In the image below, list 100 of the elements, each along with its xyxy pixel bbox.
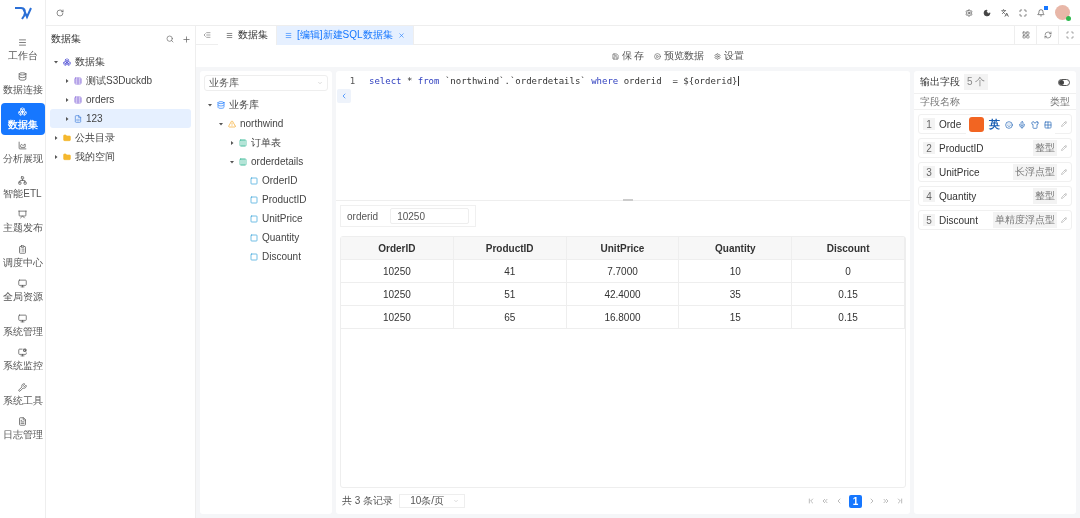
nav-item[interactable]: 工作台: [0, 34, 45, 66]
tree-item[interactable]: 123: [50, 109, 191, 128]
smile-icon[interactable]: [1005, 120, 1013, 129]
refresh-icon[interactable]: [56, 8, 64, 17]
caret-icon[interactable]: [64, 115, 70, 122]
field-index: 5: [923, 214, 935, 226]
tree-item[interactable]: orders: [50, 90, 191, 109]
nav-item[interactable]: 主题发布: [0, 206, 45, 239]
field-card[interactable]: 3 UnitPrice 长浮点型: [918, 162, 1072, 182]
clipboard-icon: [18, 244, 27, 254]
table-icon: [74, 76, 82, 85]
tree-item[interactable]: 我的空间: [50, 147, 191, 166]
tree-item[interactable]: 订单表: [204, 133, 328, 152]
code-editor[interactable]: 1 select * from `northwind`.`orderdetails` where orderid = ${orderid}: [336, 71, 910, 201]
tree-item[interactable]: northwind: [204, 114, 328, 133]
tree-item[interactable]: Quantity: [204, 228, 328, 247]
nav-item[interactable]: 系统工具: [0, 379, 45, 411]
param-field[interactable]: 10250: [390, 208, 469, 224]
nav-item[interactable]: 日志管理: [0, 413, 45, 446]
add-icon[interactable]: [182, 34, 191, 44]
translate-icon[interactable]: [1001, 8, 1009, 17]
shirt-icon[interactable]: [1031, 120, 1039, 129]
edit-icon[interactable]: [1061, 121, 1067, 127]
column-header: Discount: [792, 237, 905, 260]
edit-icon[interactable]: [1061, 217, 1067, 223]
first-page-icon[interactable]: [807, 497, 815, 505]
caret-icon[interactable]: [229, 158, 235, 165]
menu-icon: [285, 31, 292, 39]
tree-item[interactable]: 数据集: [50, 52, 191, 71]
tree-item[interactable]: UnitPrice: [204, 209, 328, 228]
toggle-switch[interactable]: [1058, 78, 1070, 86]
tree-item[interactable]: 测试S3Duckdb: [50, 71, 191, 90]
nav-item[interactable]: 调度中心: [0, 241, 45, 273]
nav-item[interactable]: 数据集: [0, 103, 45, 135]
bell-icon[interactable]: [1037, 8, 1045, 17]
nav-item[interactable]: 系统管理: [0, 310, 45, 342]
toolbar-button[interactable]: 设置: [714, 49, 745, 63]
field-card[interactable]: 5 Discount 单精度浮点型: [918, 210, 1072, 230]
last-page-icon[interactable]: [896, 497, 904, 505]
menu-icon: [18, 37, 27, 47]
field-index: 1: [923, 118, 935, 130]
caret-icon[interactable]: [53, 153, 59, 160]
tree-item[interactable]: 公共目录: [50, 128, 191, 147]
field-name: UnitPrice: [939, 166, 980, 178]
tree-item[interactable]: 业务库: [204, 95, 328, 114]
save-icon: [611, 52, 619, 60]
caret-icon[interactable]: [53, 58, 59, 65]
field-card[interactable]: 4 Quantity 整型: [918, 186, 1072, 206]
caret-icon[interactable]: [53, 134, 59, 141]
collapse-icon[interactable]: [203, 31, 211, 39]
table-cell: 42.4000: [566, 283, 680, 306]
table-cell: 41: [453, 260, 567, 283]
grid-icon[interactable]: [1044, 120, 1052, 129]
monitor-icon: [18, 313, 27, 323]
double-chevron-left-icon[interactable]: [821, 497, 829, 505]
tree-item[interactable]: OrderID: [204, 171, 328, 190]
tree-item[interactable]: Discount: [204, 247, 328, 266]
toolbar-button[interactable]: 预览数据: [654, 49, 705, 63]
panel-title: 输出字段: [920, 75, 960, 89]
table-cell: 35: [679, 283, 793, 306]
chevron-left-icon[interactable]: [835, 497, 843, 505]
nav-item[interactable]: 分析展现: [0, 137, 45, 170]
logo-icon: [13, 6, 32, 20]
caret-icon[interactable]: [218, 120, 224, 127]
caret-icon[interactable]: [207, 101, 213, 108]
ime-toolbar[interactable]: 英: [966, 115, 1055, 134]
microphone-icon[interactable]: [1018, 120, 1026, 129]
double-chevron-right-icon[interactable]: [882, 497, 890, 505]
chevron-right-icon[interactable]: [868, 497, 876, 505]
caret-icon[interactable]: [229, 139, 235, 146]
moon-icon[interactable]: [983, 8, 991, 17]
database-select[interactable]: 业务库: [204, 75, 328, 91]
folder-icon: [63, 133, 71, 142]
tab[interactable]: [编辑]新建SQL数据集: [277, 25, 414, 45]
edit-icon[interactable]: [1061, 193, 1067, 199]
fullscreen-icon[interactable]: [1019, 8, 1027, 17]
nav-item[interactable]: 全局资源: [0, 275, 45, 308]
nav-item[interactable]: 智能ETL: [0, 172, 45, 204]
nav-item[interactable]: 数据连接: [0, 68, 45, 101]
toolbar-button[interactable]: 保 存: [611, 49, 645, 63]
table-cell: 10: [679, 260, 793, 283]
avatar[interactable]: [1055, 5, 1070, 20]
dataset-icon: [63, 57, 71, 66]
tree-item[interactable]: ProductID: [204, 190, 328, 209]
database-icon: [18, 72, 27, 81]
close-icon[interactable]: [397, 31, 405, 39]
tree-item[interactable]: orderdetails: [204, 152, 328, 171]
edit-icon[interactable]: [1061, 145, 1067, 151]
settings-icon[interactable]: [965, 8, 973, 17]
field-card[interactable]: 2 ProductID 整型: [918, 138, 1072, 158]
edit-icon[interactable]: [1061, 169, 1067, 175]
chart-icon: [18, 141, 27, 150]
nav-item[interactable]: 系统监控: [0, 344, 45, 377]
column-header: ProductID: [453, 237, 567, 260]
caret-icon[interactable]: [64, 77, 70, 84]
table-icon: [239, 157, 247, 166]
search-icon[interactable]: [166, 35, 174, 43]
page-button[interactable]: 1: [849, 494, 862, 508]
caret-icon[interactable]: [64, 96, 70, 103]
page-size-select[interactable]: 10条/页: [399, 494, 466, 508]
